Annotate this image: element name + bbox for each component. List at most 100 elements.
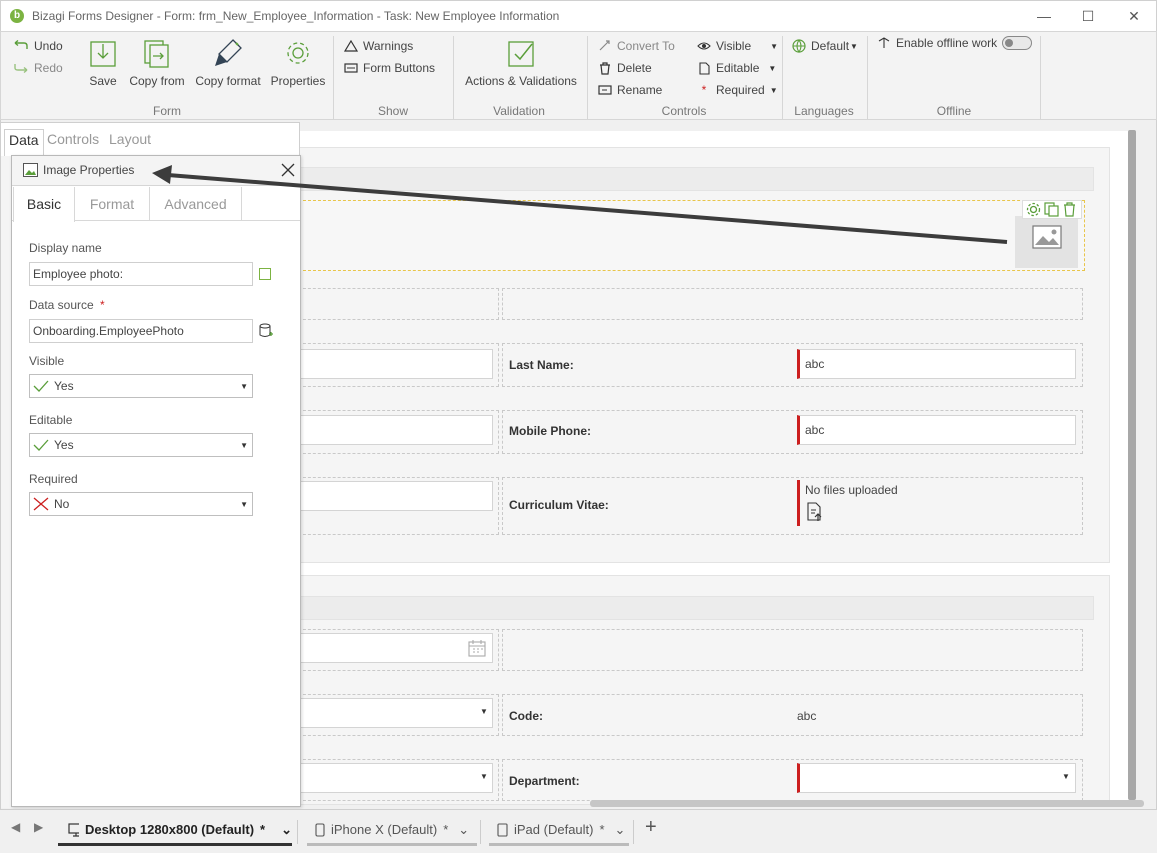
copy-format-label: Copy format <box>195 74 261 88</box>
scroll-right-icon[interactable]: ▶ <box>34 820 43 834</box>
display-name-label: Display name <box>29 241 102 255</box>
tab-desktop-label: Desktop 1280x800 (Default) <box>84 822 255 837</box>
image-icon <box>23 163 38 177</box>
control-copy-icon[interactable] <box>1044 202 1059 217</box>
offline-icon <box>878 37 890 48</box>
maximize-button[interactable]: ☐ <box>1076 7 1100 25</box>
tab-format[interactable]: Format <box>75 187 150 221</box>
close-window-button[interactable]: ✕ <box>1122 7 1146 25</box>
group-divider <box>1040 36 1041 120</box>
save-button[interactable]: Save <box>87 38 119 88</box>
visible-dropdown[interactable]: Visible ▼ <box>697 39 778 53</box>
group-divider <box>453 36 454 120</box>
group-divider <box>867 36 868 120</box>
globe-icon <box>792 39 806 53</box>
convert-to-label: Convert To <box>617 39 675 53</box>
form-buttons-button[interactable]: Form Buttons <box>344 61 435 75</box>
window-title: Bizagi Forms Designer - Form: frm_New_Em… <box>32 9 560 23</box>
warning-triangle-icon <box>344 40 358 52</box>
redo-button[interactable]: Redo <box>13 61 63 75</box>
close-icon[interactable] <box>280 162 296 178</box>
chevron-down-icon[interactable]: ⌄ <box>458 822 469 838</box>
last-name-input[interactable]: abc <box>797 349 1076 379</box>
undo-icon <box>14 40 28 49</box>
rename-button[interactable]: Rename <box>598 83 662 97</box>
tab-iphone[interactable]: iPhone X (Default) * ⌄ <box>307 816 477 846</box>
language-dropdown[interactable]: Default ▼ <box>792 39 858 53</box>
chevron-down-icon[interactable]: ⌄ <box>281 822 292 838</box>
tab-iphone-modified: * <box>443 822 449 837</box>
group-label-languages: Languages <box>794 104 854 118</box>
actions-validations-label: Actions & Validations <box>465 74 577 88</box>
code-label: Code: <box>509 709 543 723</box>
copy-from-button[interactable]: Copy from <box>126 38 188 88</box>
properties-button[interactable]: Properties <box>269 38 327 88</box>
horizontal-scrollbar[interactable] <box>590 800 1144 807</box>
date-input[interactable] <box>298 633 493 663</box>
tab-divider <box>297 820 298 844</box>
minimize-button[interactable]: — <box>1032 7 1056 25</box>
tab-desktop[interactable]: Desktop 1280x800 (Default) * ⌄ <box>58 816 292 846</box>
tab-controls[interactable]: Controls <box>43 129 103 149</box>
required-dropdown[interactable]: * Required ▼ <box>697 83 778 97</box>
form-cell <box>502 288 1083 320</box>
tab-ipad-modified: * <box>599 822 605 837</box>
warnings-button[interactable]: Warnings <box>344 39 413 53</box>
editable-dropdown[interactable]: Editable ▼ <box>697 61 776 75</box>
mobile-phone-input[interactable]: abc <box>797 415 1076 445</box>
chevron-down-icon[interactable]: ⌄ <box>615 822 626 838</box>
visible-label: Visible <box>716 39 752 53</box>
edit-page-icon <box>699 61 710 75</box>
add-device-tab-button[interactable]: + <box>645 816 657 839</box>
calendar-icon[interactable] <box>468 640 486 657</box>
database-icon[interactable] <box>259 323 273 339</box>
scroll-left-icon[interactable]: ◀ <box>11 820 20 834</box>
chevron-down-icon: ▼ <box>850 41 858 51</box>
email-input[interactable] <box>298 481 493 511</box>
chevron-down-icon: ▼ <box>769 85 778 95</box>
tab-basic[interactable]: Basic <box>13 187 75 222</box>
group-label-show: Show <box>377 104 409 118</box>
control-mini-toolbar <box>1022 200 1082 219</box>
convert-to-button[interactable]: Convert To <box>598 39 675 53</box>
upload-file-icon[interactable] <box>806 502 824 522</box>
offline-toggle-switch[interactable] <box>1002 36 1033 50</box>
tab-iphone-label: iPhone X (Default) <box>331 822 438 837</box>
vertical-scrollbar[interactable] <box>1128 130 1136 800</box>
control-gear-icon[interactable] <box>1026 202 1041 217</box>
required-select[interactable]: No ▼ <box>29 492 253 516</box>
data-source-input[interactable]: Onboarding.EmployeePhoto <box>29 319 253 343</box>
required-asterisk: * <box>100 298 105 312</box>
selected-image-control[interactable] <box>298 200 1085 271</box>
eye-icon <box>697 42 711 50</box>
group-divider <box>587 36 588 120</box>
rename-label: Rename <box>617 83 663 97</box>
department-dropdown[interactable] <box>797 763 1076 793</box>
localize-checkbox[interactable] <box>259 268 271 280</box>
copy-format-button[interactable]: Copy format <box>192 38 264 88</box>
tab-ipad[interactable]: iPad (Default) * ⌄ <box>489 816 629 846</box>
offline-toggle-row: Enable offline work <box>877 36 1033 50</box>
combo-input[interactable] <box>298 763 493 793</box>
undo-button[interactable]: Undo <box>13 39 63 53</box>
tab-layout[interactable]: Layout <box>105 129 155 149</box>
actions-validations-button[interactable]: Actions & Validations <box>463 38 579 88</box>
group-label-offline: Offline <box>936 104 972 118</box>
phone-input[interactable] <box>298 415 493 445</box>
redo-label: Redo <box>34 61 63 75</box>
copy-from-label: Copy from <box>129 74 185 88</box>
delete-button[interactable]: Delete <box>598 61 652 75</box>
properties-header: Image Properties <box>12 156 300 186</box>
display-name-input[interactable]: Employee photo: <box>29 262 253 286</box>
data-source-label-text: Data source <box>29 298 94 312</box>
editable-select[interactable]: Yes ▼ <box>29 433 253 457</box>
form-buttons-icon <box>344 63 358 73</box>
tab-advanced[interactable]: Advanced <box>150 187 242 221</box>
tab-ipad-label: iPad (Default) <box>514 822 594 837</box>
first-name-input[interactable] <box>298 349 493 379</box>
form-cell <box>502 694 1083 736</box>
control-trash-icon[interactable] <box>1062 202 1077 217</box>
required-select-value: No <box>54 497 70 511</box>
visible-select[interactable]: Yes ▼ <box>29 374 253 398</box>
combo-input[interactable] <box>298 698 493 728</box>
